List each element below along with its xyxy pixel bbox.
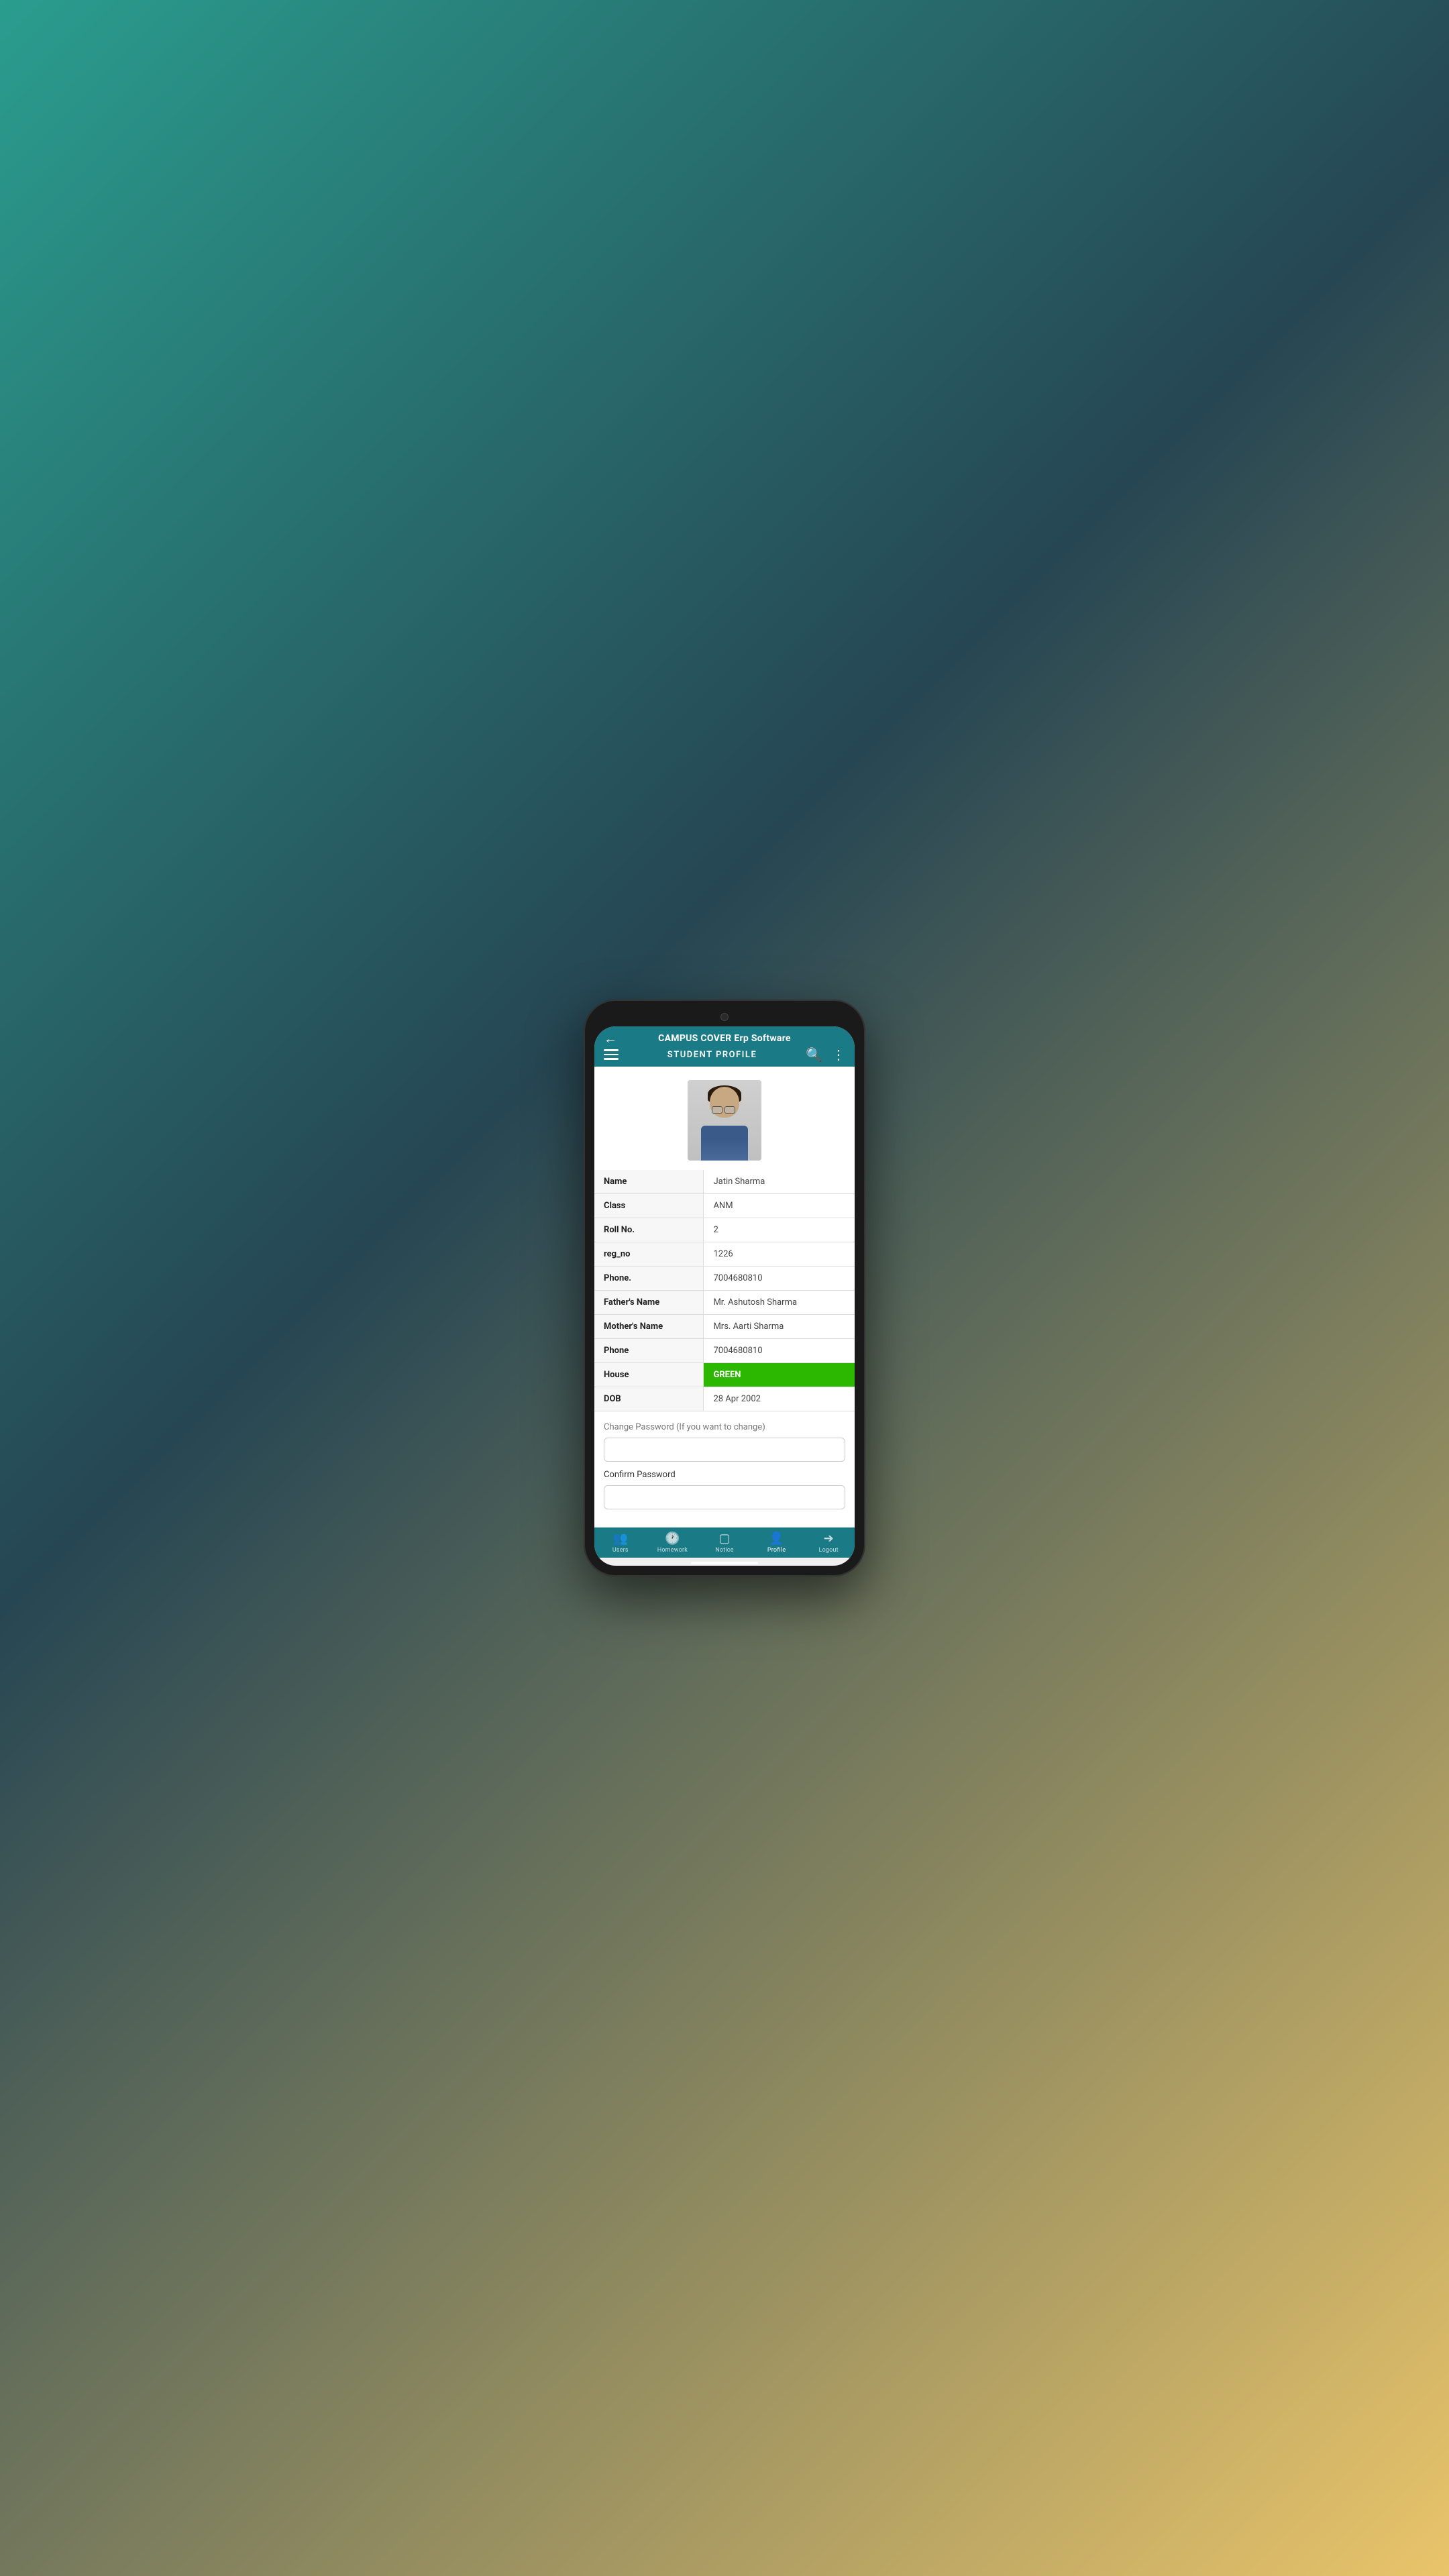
back-button[interactable]: ←: [604, 1030, 617, 1047]
nav-users-label: Users: [612, 1547, 629, 1554]
class-label: Class: [594, 1194, 704, 1218]
confirm-password-input[interactable]: [604, 1485, 845, 1509]
avatar: [688, 1080, 761, 1161]
nav-notice-label: Notice: [715, 1547, 733, 1554]
camera: [720, 1013, 729, 1021]
nav-users[interactable]: 👥 Users: [604, 1533, 637, 1554]
change-password-input[interactable]: [604, 1438, 845, 1462]
table-row: Father's Name Mr. Ashutosh Sharma: [594, 1291, 855, 1315]
logout-icon: ➔: [824, 1533, 834, 1545]
house-label: House: [594, 1363, 704, 1387]
table-row: reg_no 1226: [594, 1242, 855, 1267]
home-indicator: [691, 1562, 758, 1564]
table-row: Class ANM: [594, 1194, 855, 1218]
phone-screen: ← CAMPUS COVER Erp Software STUDENT PROF…: [594, 1026, 855, 1566]
dob-value: 28 Apr 2002: [704, 1387, 855, 1411]
table-row: Phone. 7004680810: [594, 1267, 855, 1291]
password-section: Change Password (If you want to change) …: [594, 1411, 855, 1524]
app-bar: ← CAMPUS COVER Erp Software STUDENT PROF…: [594, 1026, 855, 1067]
house-value: GREEN: [704, 1363, 855, 1387]
nav-profile[interactable]: 👤 Profile: [760, 1533, 794, 1554]
users-icon: 👥: [613, 1533, 628, 1545]
main-content: Name Jatin Sharma Class ANM Roll No. 2 r…: [594, 1067, 855, 1527]
student-body: [701, 1126, 748, 1161]
name-label: Name: [594, 1170, 704, 1194]
more-options-icon[interactable]: ⋮: [832, 1048, 845, 1061]
nav-homework[interactable]: 🕐 Homework: [655, 1533, 689, 1554]
phone2-value: 7004680810: [704, 1339, 855, 1363]
confirm-password-label: Confirm Password: [604, 1470, 845, 1480]
notice-icon: ▢: [718, 1533, 730, 1545]
mother-value: Mrs. Aarti Sharma: [704, 1315, 855, 1339]
table-row: Roll No. 2: [594, 1218, 855, 1242]
mother-label: Mother's Name: [594, 1315, 704, 1339]
table-row: DOB 28 Apr 2002: [594, 1387, 855, 1411]
father-label: Father's Name: [594, 1291, 704, 1315]
bottom-nav: 👥 Users 🕐 Homework ▢ Notice 👤 Profile ➔ …: [594, 1527, 855, 1558]
name-value: Jatin Sharma: [704, 1170, 855, 1194]
nav-profile-label: Profile: [767, 1547, 786, 1554]
reg-label: reg_no: [594, 1242, 704, 1267]
student-photo: [688, 1080, 761, 1161]
avatar-section: [594, 1067, 855, 1170]
nav-homework-label: Homework: [657, 1547, 688, 1554]
student-glasses: [712, 1107, 737, 1112]
app-title: CAMPUS COVER Erp Software: [658, 1033, 791, 1044]
search-icon[interactable]: 🔍: [806, 1048, 822, 1061]
table-row: Phone 7004680810: [594, 1339, 855, 1363]
phone-label: Phone.: [594, 1267, 704, 1291]
profile-table: Name Jatin Sharma Class ANM Roll No. 2 r…: [594, 1170, 855, 1411]
change-password-label: Change Password (If you want to change): [604, 1422, 845, 1432]
homework-icon: 🕐: [665, 1533, 680, 1545]
father-value: Mr. Ashutosh Sharma: [704, 1291, 855, 1315]
table-row: Mother's Name Mrs. Aarti Sharma: [594, 1315, 855, 1339]
profile-icon: 👤: [769, 1533, 784, 1545]
table-row: House GREEN: [594, 1363, 855, 1387]
nav-logout-label: Logout: [819, 1547, 839, 1554]
roll-value: 2: [704, 1218, 855, 1242]
nav-logout[interactable]: ➔ Logout: [812, 1533, 845, 1554]
dob-label: DOB: [594, 1387, 704, 1411]
roll-label: Roll No.: [594, 1218, 704, 1242]
phone-value: 7004680810: [704, 1267, 855, 1291]
student-head: [710, 1087, 739, 1118]
screen-title: STUDENT PROFILE: [667, 1050, 757, 1060]
menu-button[interactable]: [604, 1049, 619, 1060]
phone2-label: Phone: [594, 1339, 704, 1363]
nav-notice[interactable]: ▢ Notice: [708, 1533, 741, 1554]
reg-value: 1226: [704, 1242, 855, 1267]
table-row: Name Jatin Sharma: [594, 1170, 855, 1194]
class-value: ANM: [704, 1194, 855, 1218]
